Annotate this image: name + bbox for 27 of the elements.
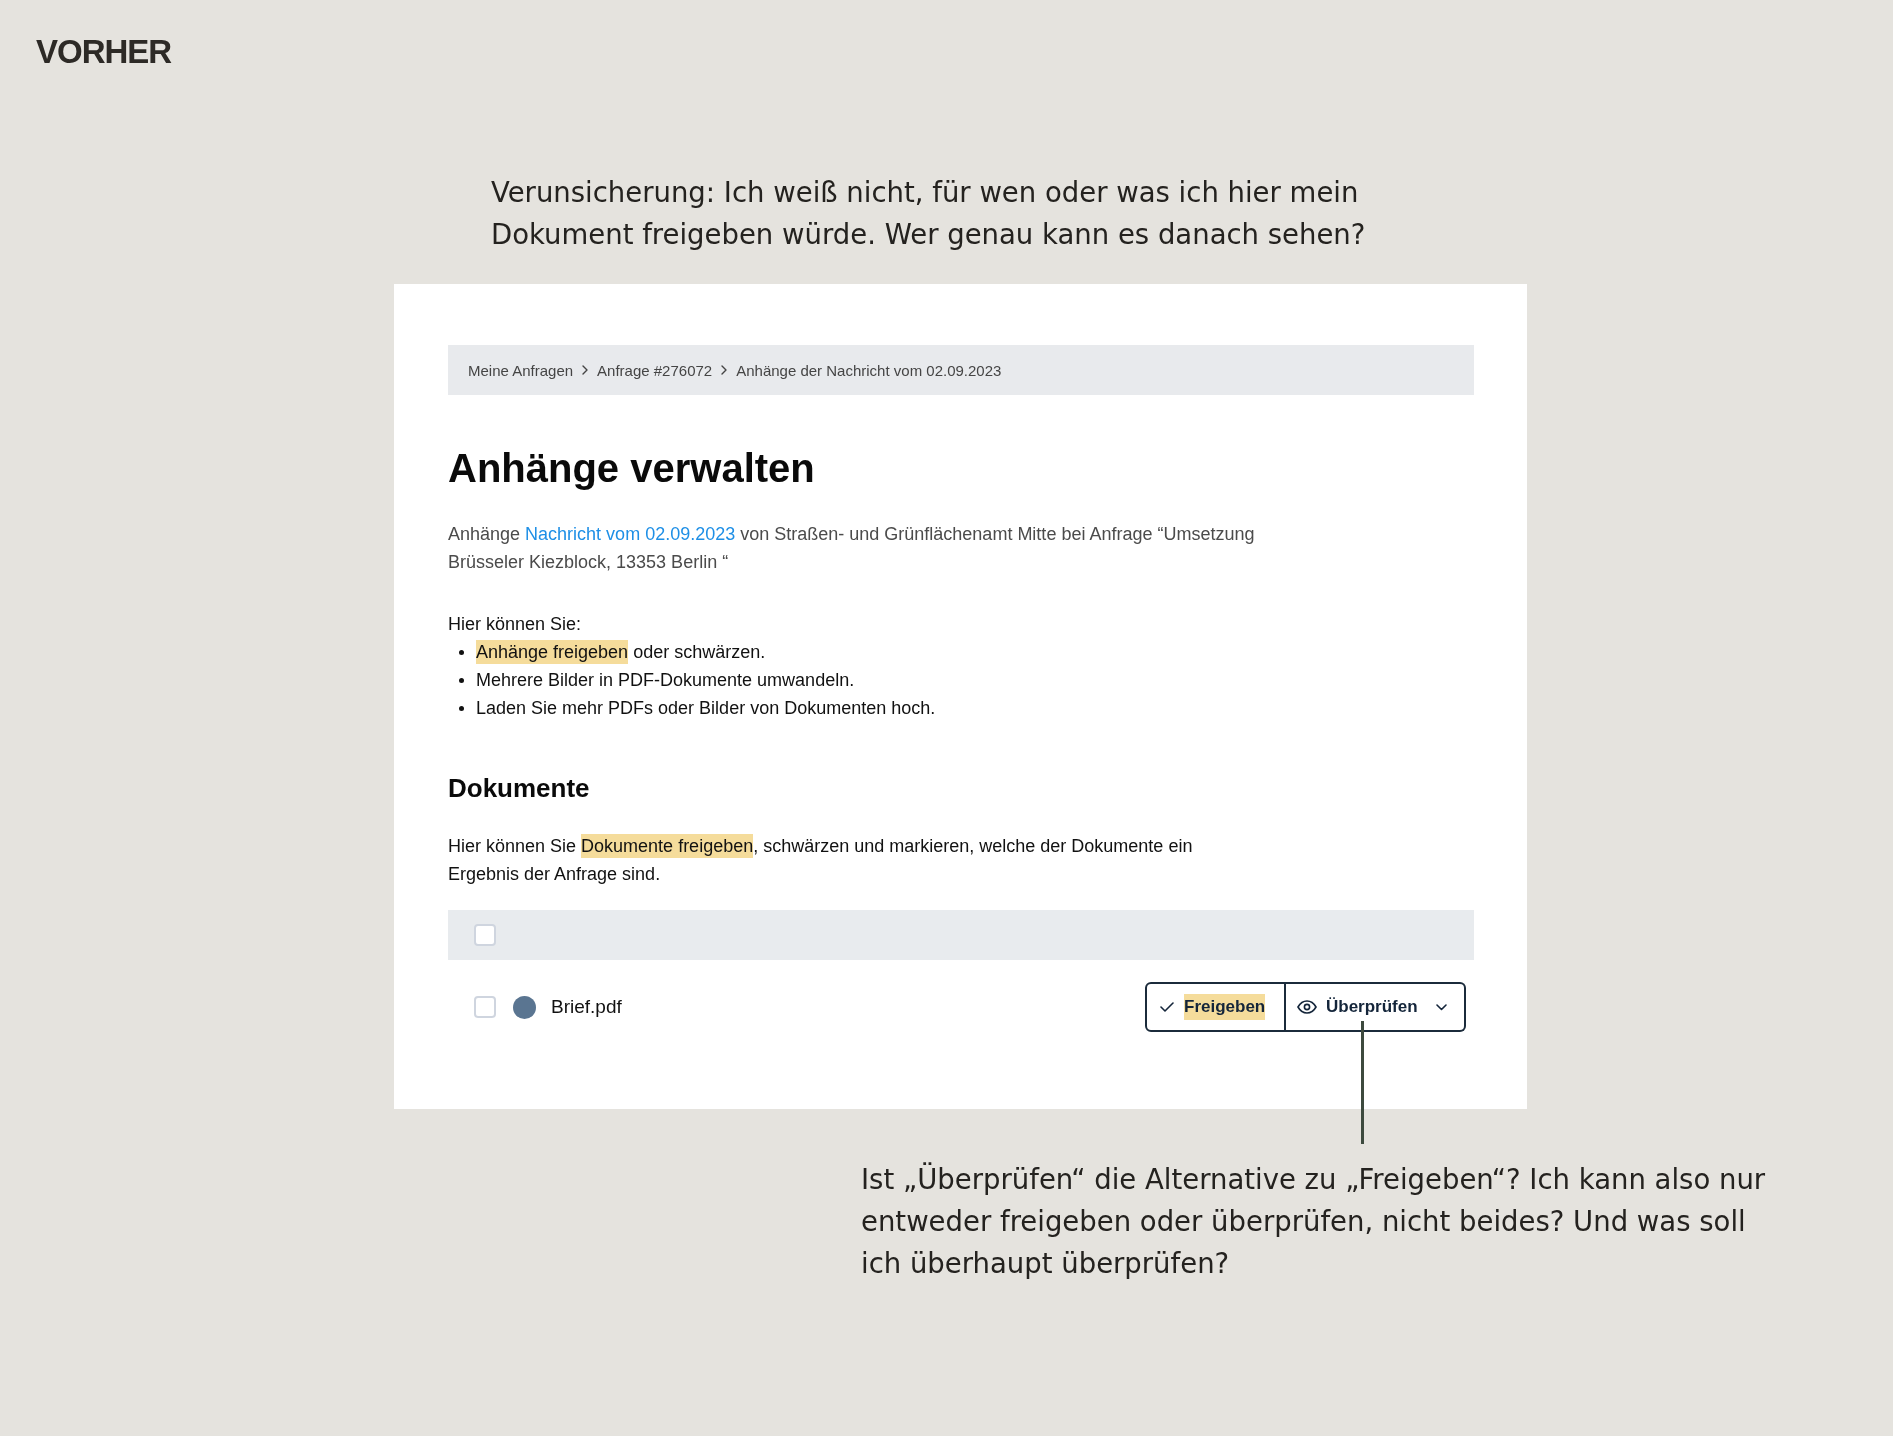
review-dropdown-button[interactable]: Überprüfen — [1286, 982, 1466, 1032]
bullet-icon — [459, 649, 464, 655]
eye-icon — [1297, 1000, 1317, 1014]
approve-button[interactable]: Freigeben — [1145, 982, 1286, 1032]
list-item-text: Laden Sie mehr PDFs oder Bilder von Dokumenten hoch. — [476, 697, 936, 720]
list-item-text: Anhänge freigeben oder schwärzen. — [476, 639, 766, 666]
section-title: Dokumente — [448, 772, 591, 804]
checkbox[interactable] — [474, 996, 496, 1018]
list-item-text: Mehrere Bilder in PDF-Dokumente umwandeln. — [476, 669, 855, 692]
chevron-right-icon — [582, 365, 589, 375]
section-text: Hier können Sie Dokumente freigeben, schwärzen und markieren, welche der Dokumente ein Ergebnis der Anfrage sind. — [448, 833, 1194, 886]
bullet-icon — [459, 705, 464, 711]
check-icon — [1160, 1002, 1174, 1012]
intro-text: Anhänge Nachricht vom 02.09.2023 von Straßen- und Grünflächenamt Mitte bei Anfrage “Umsetzung Brüsseler Kiezblock, 13353 Berlin “ — [448, 523, 1256, 574]
file-name: Brief.pdf — [551, 996, 622, 1018]
checkbox[interactable] — [474, 924, 496, 946]
breadcrumb-link[interactable]: Anfrage #276072 — [597, 361, 713, 379]
annotation-text: Verunsicherung: Ich weiß nicht, für wen oder was ich hier mein Dokument freigeben würde. Wer genau kann es danach sehen? — [491, 175, 1367, 252]
annotation-text: Ist „Überprüfen“ die Alternative zu „Freigeben“? Ich kann also nur entweder freigeben oder überprüfen, nicht beides? Und was soll ich überhaupt überprüfen? — [861, 1161, 1767, 1281]
breadcrumb-link[interactable]: Meine Anfragen — [468, 361, 574, 379]
chevron-down-icon — [1436, 1003, 1447, 1011]
page-label: VORHER — [36, 32, 172, 72]
page-title: Anhänge verwalten — [448, 445, 816, 492]
breadcrumb-link[interactable]: Anhänge der Nachricht vom 02.09.2023 — [736, 361, 1002, 379]
bullet-icon — [459, 677, 464, 683]
list-lead-text: Hier können Sie: — [448, 613, 583, 636]
chevron-right-icon — [721, 365, 728, 375]
